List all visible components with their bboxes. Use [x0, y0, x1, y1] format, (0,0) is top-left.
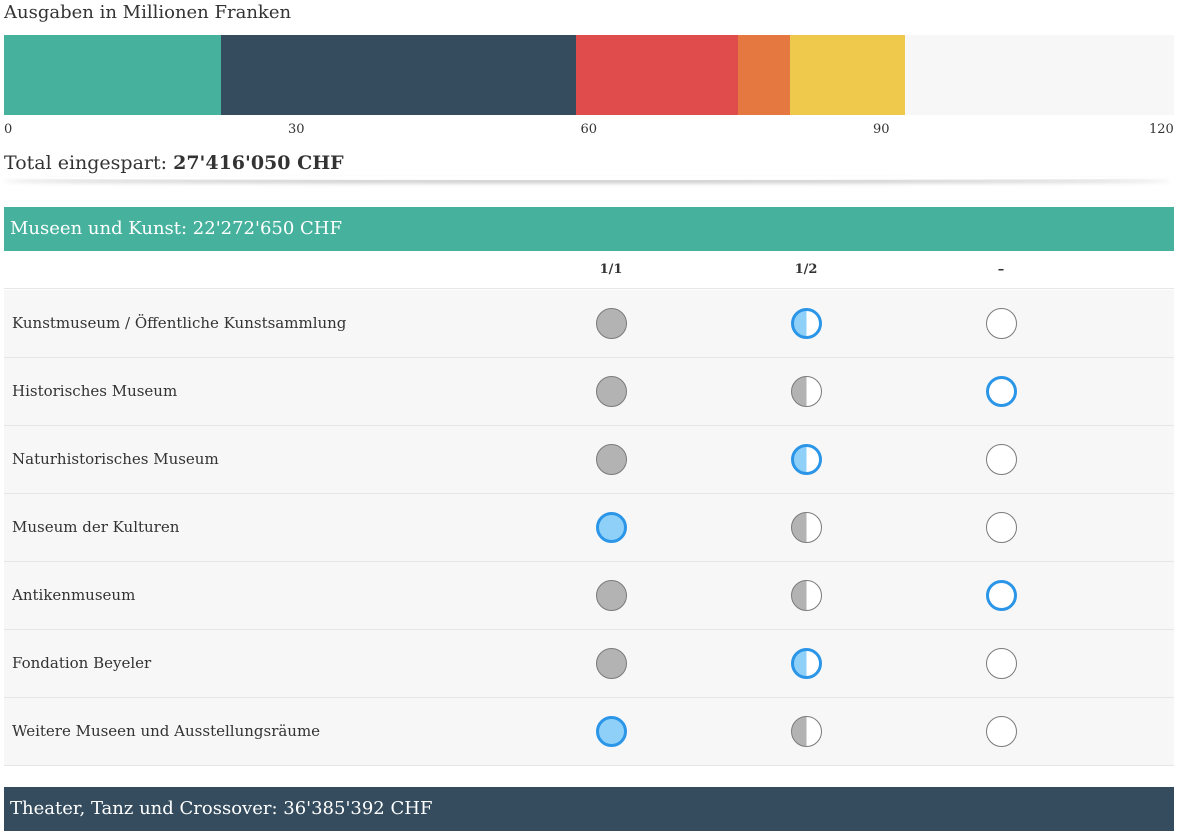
chart-title: Ausgaben in Millionen Franken	[4, 2, 292, 23]
option-half-radio[interactable]	[791, 648, 822, 679]
bar-segment-1[interactable]	[4, 35, 222, 115]
bar-segment-5[interactable]	[790, 35, 906, 115]
total-divider	[4, 176, 1170, 180]
option-full-radio[interactable]	[596, 376, 627, 407]
column-headers: 1/1 1/2 –	[4, 251, 1174, 289]
option-full-radio[interactable]	[596, 580, 627, 611]
option-none-radio[interactable]	[986, 512, 1017, 543]
table-row: Fondation Beyeler	[4, 630, 1174, 698]
table-row: Weitere Museen und Ausstellungsräume	[4, 698, 1174, 766]
stacked-bar	[4, 35, 1174, 115]
tick-label: 60	[580, 122, 598, 137]
column-header-full: 1/1	[599, 262, 623, 277]
page: Ausgaben in Millionen Franken 0 30 60 90 120…	[4, 0, 1174, 837]
total-value: 27'416'050 CHF	[173, 152, 344, 174]
section-header-museen[interactable]: Museen und Kunst: 22'272'650 CHF	[4, 207, 1174, 251]
section-header-theater[interactable]: Theater, Tanz und Crossover: 36'385'392 …	[4, 787, 1174, 831]
table-row: Museum der Kulturen	[4, 494, 1174, 562]
option-half-radio[interactable]	[791, 308, 822, 339]
table-row: Naturhistorisches Museum	[4, 426, 1174, 494]
bar-segment-3[interactable]	[575, 35, 738, 115]
option-half-radio[interactable]	[791, 716, 822, 747]
row-label: Antikenmuseum	[12, 586, 136, 604]
option-half-radio[interactable]	[791, 512, 822, 543]
row-label: Naturhistorisches Museum	[12, 450, 219, 468]
option-half-radio[interactable]	[791, 444, 822, 475]
row-label: Museum der Kulturen	[12, 518, 180, 536]
option-none-radio[interactable]	[986, 648, 1017, 679]
row-label: Fondation Beyeler	[12, 654, 152, 672]
option-half-radio[interactable]	[791, 580, 822, 611]
option-none-radio[interactable]	[986, 444, 1017, 475]
option-none-radio[interactable]	[986, 308, 1017, 339]
tick-label: 90	[873, 122, 890, 137]
tick-label: 30	[288, 122, 305, 137]
table-row: Kunstmuseum / Öffentliche Kunstsammlung	[4, 290, 1174, 358]
tick-label: 0	[4, 122, 13, 137]
bar-segment-4[interactable]	[737, 35, 791, 115]
bar-segment-2[interactable]	[221, 35, 576, 115]
table-row: Antikenmuseum	[4, 562, 1174, 630]
table-row: Historisches Museum	[4, 358, 1174, 426]
option-full-radio[interactable]	[596, 648, 627, 679]
total-label: Total eingespart:	[4, 152, 168, 174]
option-full-radio[interactable]	[596, 308, 627, 339]
row-label: Historisches Museum	[12, 382, 178, 400]
option-full-radio[interactable]	[596, 716, 627, 747]
option-none-radio[interactable]	[986, 580, 1017, 611]
option-none-radio[interactable]	[986, 716, 1017, 747]
column-header-half: 1/2	[794, 262, 818, 277]
option-full-radio[interactable]	[596, 512, 627, 543]
tick-label: 120	[1149, 122, 1174, 137]
option-full-radio[interactable]	[596, 444, 627, 475]
x-axis: 0 30 60 90 120	[4, 122, 1174, 142]
row-label: Kunstmuseum / Öffentliche Kunstsammlung	[12, 314, 347, 332]
column-header-none: –	[997, 262, 1005, 277]
row-label: Weitere Museen und Ausstellungsräume	[12, 722, 321, 740]
option-half-radio[interactable]	[791, 376, 822, 407]
option-none-radio[interactable]	[986, 376, 1017, 407]
total-savings: Total eingespart: 27'416'050 CHF	[4, 152, 344, 174]
